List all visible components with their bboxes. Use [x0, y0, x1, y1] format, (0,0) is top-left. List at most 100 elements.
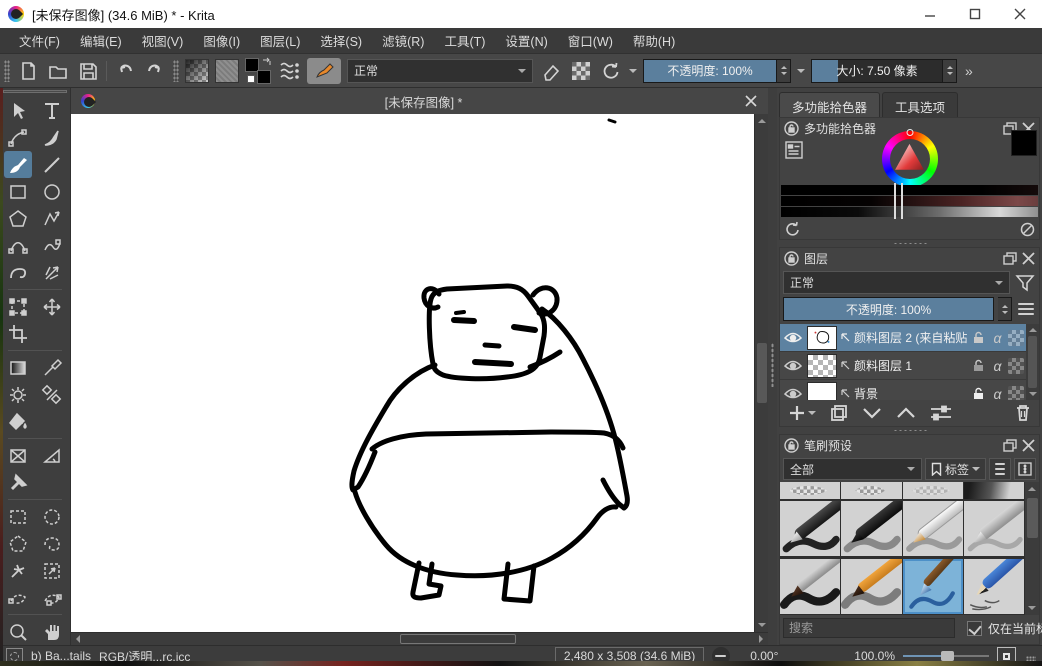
- tool-crop[interactable]: [4, 320, 32, 347]
- tool-dynamic-brush[interactable]: [4, 259, 32, 286]
- tab-advanced-color-selector[interactable]: 多功能拾色器: [779, 92, 880, 117]
- shade-cursor[interactable]: [894, 183, 903, 219]
- menu-image[interactable]: 图像(I): [194, 27, 249, 54]
- brush-preset-tech-pen-silver[interactable]: [964, 501, 1024, 556]
- scroll-down-arrow[interactable]: [755, 618, 768, 632]
- layer-alpha-lock-icon[interactable]: α: [989, 384, 1006, 401]
- layer-visibility-icon[interactable]: [782, 387, 804, 401]
- color-wheel[interactable]: [882, 131, 938, 187]
- default-colors[interactable]: [247, 75, 255, 83]
- brush-preset-orange-brush[interactable]: [841, 559, 901, 614]
- menu-layer[interactable]: 图层(L): [251, 27, 309, 54]
- tool-magnetic-select[interactable]: [38, 584, 66, 611]
- tool-pan[interactable]: [38, 618, 66, 645]
- shade-bar-2[interactable]: [781, 196, 1038, 206]
- tool-line[interactable]: [38, 151, 66, 178]
- brush-preset-fine-brush[interactable]: [780, 559, 840, 614]
- minimize-button[interactable]: [907, 0, 952, 28]
- tool-freehand-brush[interactable]: [4, 151, 32, 178]
- scroll-right-arrow[interactable]: [754, 633, 768, 646]
- menu-window[interactable]: 窗口(W): [559, 27, 622, 54]
- docker-lock-icon[interactable]: [784, 251, 799, 266]
- layer-lock-icon[interactable]: [970, 328, 987, 348]
- eraser-mode-button[interactable]: [539, 59, 563, 83]
- tool-freehand-select[interactable]: [38, 530, 66, 557]
- menu-help[interactable]: 帮助(H): [624, 27, 684, 54]
- tool-ellipse-select[interactable]: [38, 503, 66, 530]
- gradient-chooser[interactable]: [185, 59, 209, 83]
- dock-splitter[interactable]: [768, 88, 777, 645]
- foreground-background-colors[interactable]: [245, 58, 271, 84]
- layer-thumbnail[interactable]: [807, 326, 837, 350]
- hscroll-thumb[interactable]: [400, 634, 516, 644]
- docker-lock-icon[interactable]: [784, 438, 799, 453]
- tool-bezier-curve[interactable]: [4, 232, 32, 259]
- tool-contiguous-select[interactable]: [38, 557, 66, 584]
- reload-dropdown-arrow-icon[interactable]: [629, 69, 637, 77]
- move-layer-down-button[interactable]: [862, 406, 882, 420]
- opacity-spinner[interactable]: [777, 59, 791, 83]
- layer-opacity-spinner[interactable]: [998, 297, 1012, 321]
- tool-gradient[interactable]: [4, 354, 32, 381]
- brush-preset-watercolor-selected[interactable]: [903, 559, 963, 614]
- layer-filter-icon[interactable]: [1014, 272, 1036, 294]
- color-triangle[interactable]: [892, 141, 928, 177]
- move-layer-up-button[interactable]: [896, 406, 916, 420]
- vscroll-thumb[interactable]: [757, 343, 767, 403]
- tool-pattern-edit[interactable]: [4, 381, 32, 408]
- new-document-button[interactable]: [16, 59, 40, 83]
- layer-opacity-slider[interactable]: 不透明度: 100%: [783, 297, 994, 321]
- layer-row-paint1[interactable]: 颜料图层 1 α: [780, 352, 1026, 380]
- toolbar-blend-mode-select[interactable]: 正常: [347, 59, 533, 83]
- tool-calligraphy[interactable]: [38, 124, 66, 151]
- brush-scroll-thumb[interactable]: [1027, 498, 1038, 538]
- brush-size-spinner[interactable]: [943, 59, 957, 83]
- selector-settings-icon[interactable]: [785, 141, 803, 159]
- canvas-vertical-scrollbar[interactable]: [754, 114, 768, 632]
- tool-freehand-path[interactable]: [38, 232, 66, 259]
- shade-bar-1[interactable]: [781, 185, 1038, 195]
- toolbar-grip[interactable]: [4, 60, 10, 82]
- scroll-down-arrow[interactable]: [1025, 601, 1039, 615]
- scroll-up-arrow[interactable]: [1026, 324, 1039, 336]
- tool-ellipse[interactable]: [38, 178, 66, 205]
- layer-options-menu-icon[interactable]: [1016, 303, 1036, 315]
- tool-zoom[interactable]: [4, 618, 32, 645]
- layer-scroll-thumb[interactable]: [1028, 336, 1037, 388]
- tool-measure[interactable]: [38, 442, 66, 469]
- color-history-icon[interactable]: [784, 221, 800, 237]
- layer-name[interactable]: 颜料图层 2 (来自粘贴): [854, 329, 967, 346]
- brush-filter-select[interactable]: 全部: [783, 458, 922, 480]
- tool-multibrush[interactable]: [38, 259, 66, 286]
- tool-rectangle[interactable]: [4, 178, 32, 205]
- toolbox-header[interactable]: [3, 90, 67, 93]
- tool-reference-images[interactable]: [4, 469, 32, 496]
- layer-alpha-lock-icon[interactable]: α: [989, 356, 1006, 376]
- menu-filter[interactable]: 滤镜(R): [373, 27, 433, 54]
- pattern-chooser[interactable]: [215, 59, 239, 83]
- layer-thumbnail[interactable]: [807, 382, 837, 401]
- docker-drag-handle-2[interactable]: [779, 427, 1040, 434]
- save-button[interactable]: [76, 59, 100, 83]
- tool-move[interactable]: [38, 293, 66, 320]
- docker-drag-handle[interactable]: [779, 240, 1040, 247]
- brush-preset-eraser-3[interactable]: [903, 482, 963, 499]
- layer-name[interactable]: 颜料图层 1: [854, 357, 967, 374]
- reload-original-preset-button[interactable]: [599, 59, 623, 83]
- toolbar-overflow-button[interactable]: »: [965, 63, 973, 79]
- preserve-alpha-button[interactable]: [569, 59, 593, 83]
- layer-locked-icon[interactable]: [970, 384, 987, 401]
- scroll-up-arrow[interactable]: [1025, 482, 1039, 496]
- tool-rect-select[interactable]: [4, 503, 32, 530]
- tags-button[interactable]: 标签: [925, 458, 986, 480]
- tool-transform[interactable]: [4, 293, 32, 320]
- layer-inherit-alpha-icon[interactable]: [1008, 358, 1024, 374]
- layer-inherit-alpha-icon[interactable]: [1008, 386, 1024, 401]
- brush-preset-marker-black[interactable]: [841, 501, 901, 556]
- brush-size-slider[interactable]: 大小: 7.50 像素: [811, 59, 943, 83]
- tool-smart-patch[interactable]: [38, 381, 66, 408]
- open-document-button[interactable]: [46, 59, 70, 83]
- close-button[interactable]: [997, 0, 1042, 28]
- opacity-dropdown-arrow-icon[interactable]: [797, 69, 805, 77]
- menu-tools[interactable]: 工具(T): [435, 27, 494, 54]
